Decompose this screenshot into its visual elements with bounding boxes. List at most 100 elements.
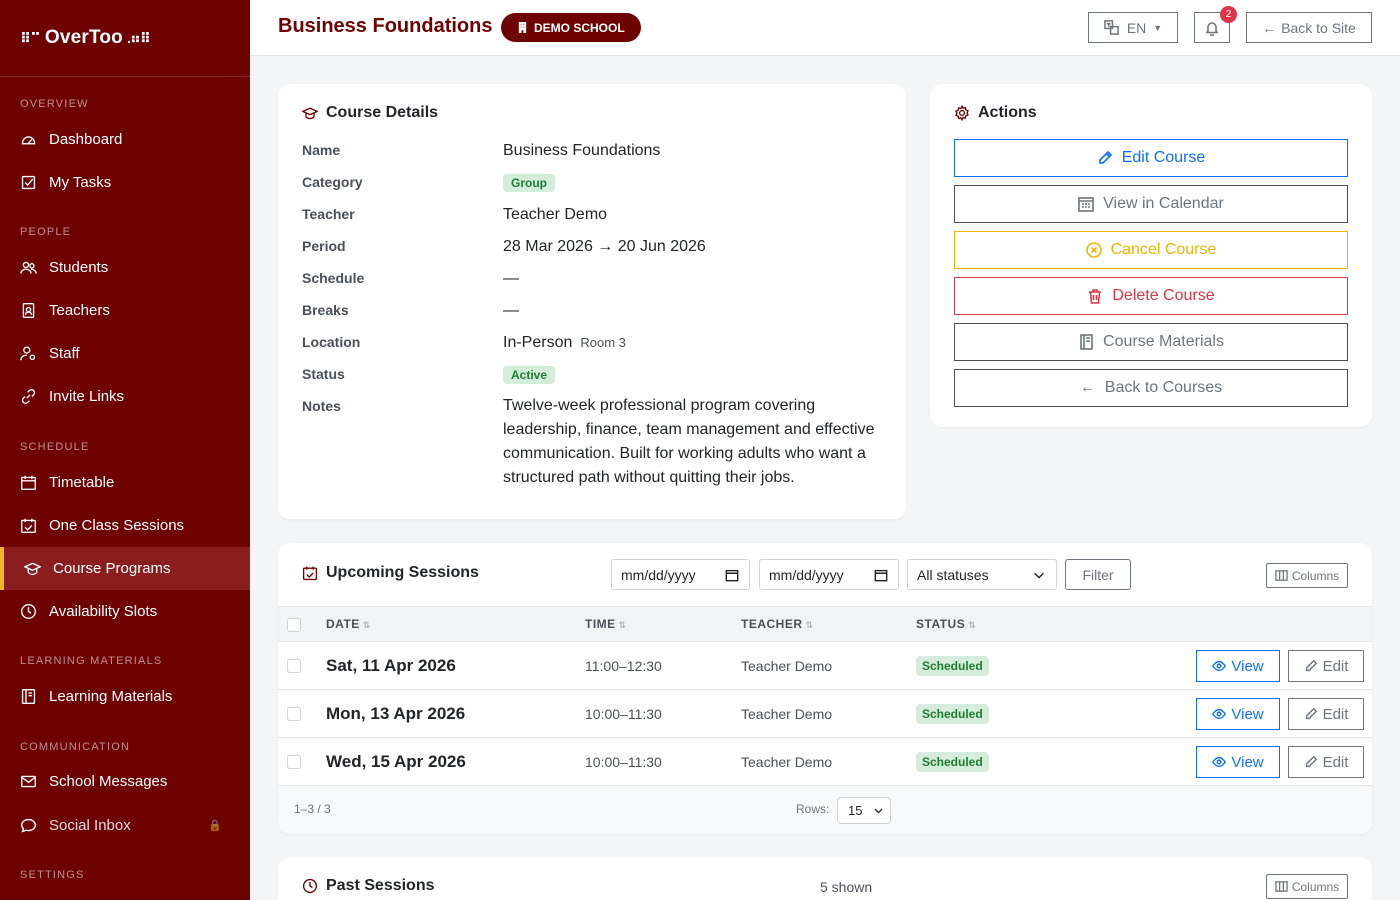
back-to-courses-button[interactable]: ← Back to Courses	[954, 369, 1348, 407]
section-settings: SETTINGS	[20, 869, 85, 881]
edit-session-button[interactable]: Edit	[1288, 650, 1364, 682]
sidebar-item-one-class-sessions[interactable]: One Class Sessions	[0, 504, 250, 547]
button-label: View	[1231, 753, 1264, 771]
date-to-input[interactable]: mm/dd/yyyy	[759, 559, 899, 590]
button-label: Columns	[1291, 879, 1340, 894]
edit-session-button[interactable]: Edit	[1288, 698, 1364, 730]
sidebar-item-tasks[interactable]: My Tasks	[0, 161, 250, 204]
calendar-grid-icon	[1078, 197, 1094, 212]
column-label: TIME	[585, 617, 616, 631]
sidebar-item-school-messages[interactable]: School Messages	[0, 760, 250, 803]
sidebar-item-social-inbox[interactable]: Social Inbox 🔒	[0, 804, 250, 847]
sidebar-item-timetable[interactable]: Timetable	[0, 461, 250, 504]
top-header: Business Foundations DEMO SCHOOL EN ▼ 2 …	[250, 0, 1400, 56]
status-badge: Active	[503, 366, 556, 384]
pagination-range: 1–3 / 3	[294, 802, 331, 816]
status-select[interactable]: All statuses	[907, 559, 1057, 590]
sidebar-item-invite-links[interactable]: Invite Links	[0, 375, 250, 418]
delete-course-button[interactable]: Delete Course	[954, 277, 1348, 315]
sort-icon: ⇅	[968, 620, 977, 630]
button-label: Delete Course	[1112, 287, 1215, 304]
sidebar-item-label: Teachers	[49, 302, 110, 319]
columns-icon	[1275, 881, 1288, 892]
date-from-input[interactable]: mm/dd/yyyy	[611, 559, 750, 590]
language-dropdown[interactable]: EN ▼	[1088, 12, 1178, 43]
value-schedule: —	[503, 270, 519, 287]
rows-per-page-select[interactable]: 15	[837, 797, 891, 824]
chat-icon	[21, 818, 36, 833]
course-materials-button[interactable]: Course Materials	[954, 323, 1348, 361]
eye-icon	[1212, 708, 1227, 720]
sidebar-item-label: Availability Slots	[49, 603, 158, 620]
button-label: Columns	[1291, 568, 1340, 583]
view-session-button[interactable]: View	[1196, 746, 1280, 778]
section-people: PEOPLE	[20, 226, 72, 238]
filter-button[interactable]: Filter	[1065, 559, 1131, 590]
session-teacher: Teacher Demo	[741, 754, 833, 770]
date-placeholder: mm/dd/yyyy	[769, 566, 844, 583]
edit-course-button[interactable]: Edit Course	[954, 139, 1348, 177]
section-schedule: SCHEDULE	[20, 441, 90, 453]
language-label: EN	[1126, 19, 1147, 36]
row-checkbox[interactable]	[287, 659, 301, 673]
columns-button[interactable]: Columns	[1266, 563, 1348, 588]
column-date[interactable]: DATE ⇅	[326, 617, 371, 631]
pencil-icon	[1305, 659, 1317, 672]
actions-title: Actions	[954, 104, 1037, 122]
column-time[interactable]: TIME ⇅	[585, 617, 627, 631]
column-label: TEACHER	[741, 617, 803, 631]
gear-icon	[955, 105, 969, 121]
view-session-button[interactable]: View	[1196, 650, 1280, 682]
sidebar-item-label: Students	[49, 259, 109, 276]
columns-button[interactable]: Columns	[1266, 874, 1348, 899]
select-all-checkbox[interactable]	[287, 618, 301, 632]
calendar-icon	[21, 475, 36, 490]
label-period: Period	[302, 238, 346, 254]
label-status: Status	[302, 366, 345, 382]
card-title-text: Actions	[978, 104, 1037, 121]
card-title-text: Upcoming Sessions	[326, 564, 479, 581]
sidebar-item-students[interactable]: Students	[0, 246, 250, 289]
cancel-course-button[interactable]: Cancel Course	[954, 231, 1348, 269]
column-teacher[interactable]: TEACHER ⇅	[741, 617, 814, 631]
sidebar-item-teachers[interactable]: Teachers	[0, 289, 250, 332]
value-name: Business Foundations	[503, 142, 661, 159]
button-label: View	[1231, 705, 1264, 723]
sidebar-item-course-programs[interactable]: Course Programs	[0, 547, 250, 590]
column-status[interactable]: STATUS ⇅	[916, 617, 976, 631]
sidebar-item-dashboard[interactable]: Dashboard	[0, 118, 250, 161]
graduation-cap-icon	[24, 562, 41, 576]
brand-logo[interactable]: ⠿⠉ OverToo .⠶⠿	[0, 0, 250, 77]
sidebar-item-availability-slots[interactable]: Availability Slots	[0, 590, 250, 633]
back-to-site-button[interactable]: ← Back to Site	[1246, 12, 1372, 43]
view-in-calendar-button[interactable]: View in Calendar	[954, 185, 1348, 223]
sidebar-item-staff[interactable]: Staff	[0, 332, 250, 375]
eye-icon	[1212, 660, 1227, 672]
sidebar-item-label: Course Programs	[53, 560, 171, 577]
notification-count-badge: 2	[1220, 6, 1237, 23]
button-label: Back to Courses	[1104, 379, 1223, 396]
gauge-icon	[21, 136, 36, 145]
value-location: In-Person Room 3	[503, 334, 626, 352]
button-label: Course Materials	[1103, 333, 1224, 350]
row-checkbox[interactable]	[287, 707, 301, 721]
value-period: 28 Mar 2026 → 20 Jun 2026	[503, 238, 706, 255]
column-label: DATE	[326, 617, 360, 631]
sidebar-item-label: School Messages	[49, 773, 168, 790]
pencil-icon	[1305, 755, 1317, 768]
session-status-badge: Scheduled	[916, 704, 989, 724]
actions-card: Actions Edit Course View in Calendar Can…	[930, 84, 1372, 427]
row-checkbox[interactable]	[287, 755, 301, 769]
back-to-site-label: Back to Site	[1281, 19, 1356, 36]
eye-icon	[1212, 756, 1227, 768]
course-details-title: Course Details	[302, 104, 438, 122]
button-label: Edit	[1322, 753, 1349, 771]
button-label: View in Calendar	[1103, 195, 1224, 212]
view-session-button[interactable]: View	[1196, 698, 1280, 730]
logo-dots-icon: ⠿⠉	[20, 29, 41, 46]
notifications-button[interactable]: 2	[1194, 6, 1237, 43]
edit-session-button[interactable]: Edit	[1288, 746, 1364, 778]
button-label: Edit Course	[1121, 149, 1206, 166]
column-label: STATUS	[916, 617, 966, 631]
sidebar-item-learning-materials[interactable]: Learning Materials	[0, 675, 250, 718]
